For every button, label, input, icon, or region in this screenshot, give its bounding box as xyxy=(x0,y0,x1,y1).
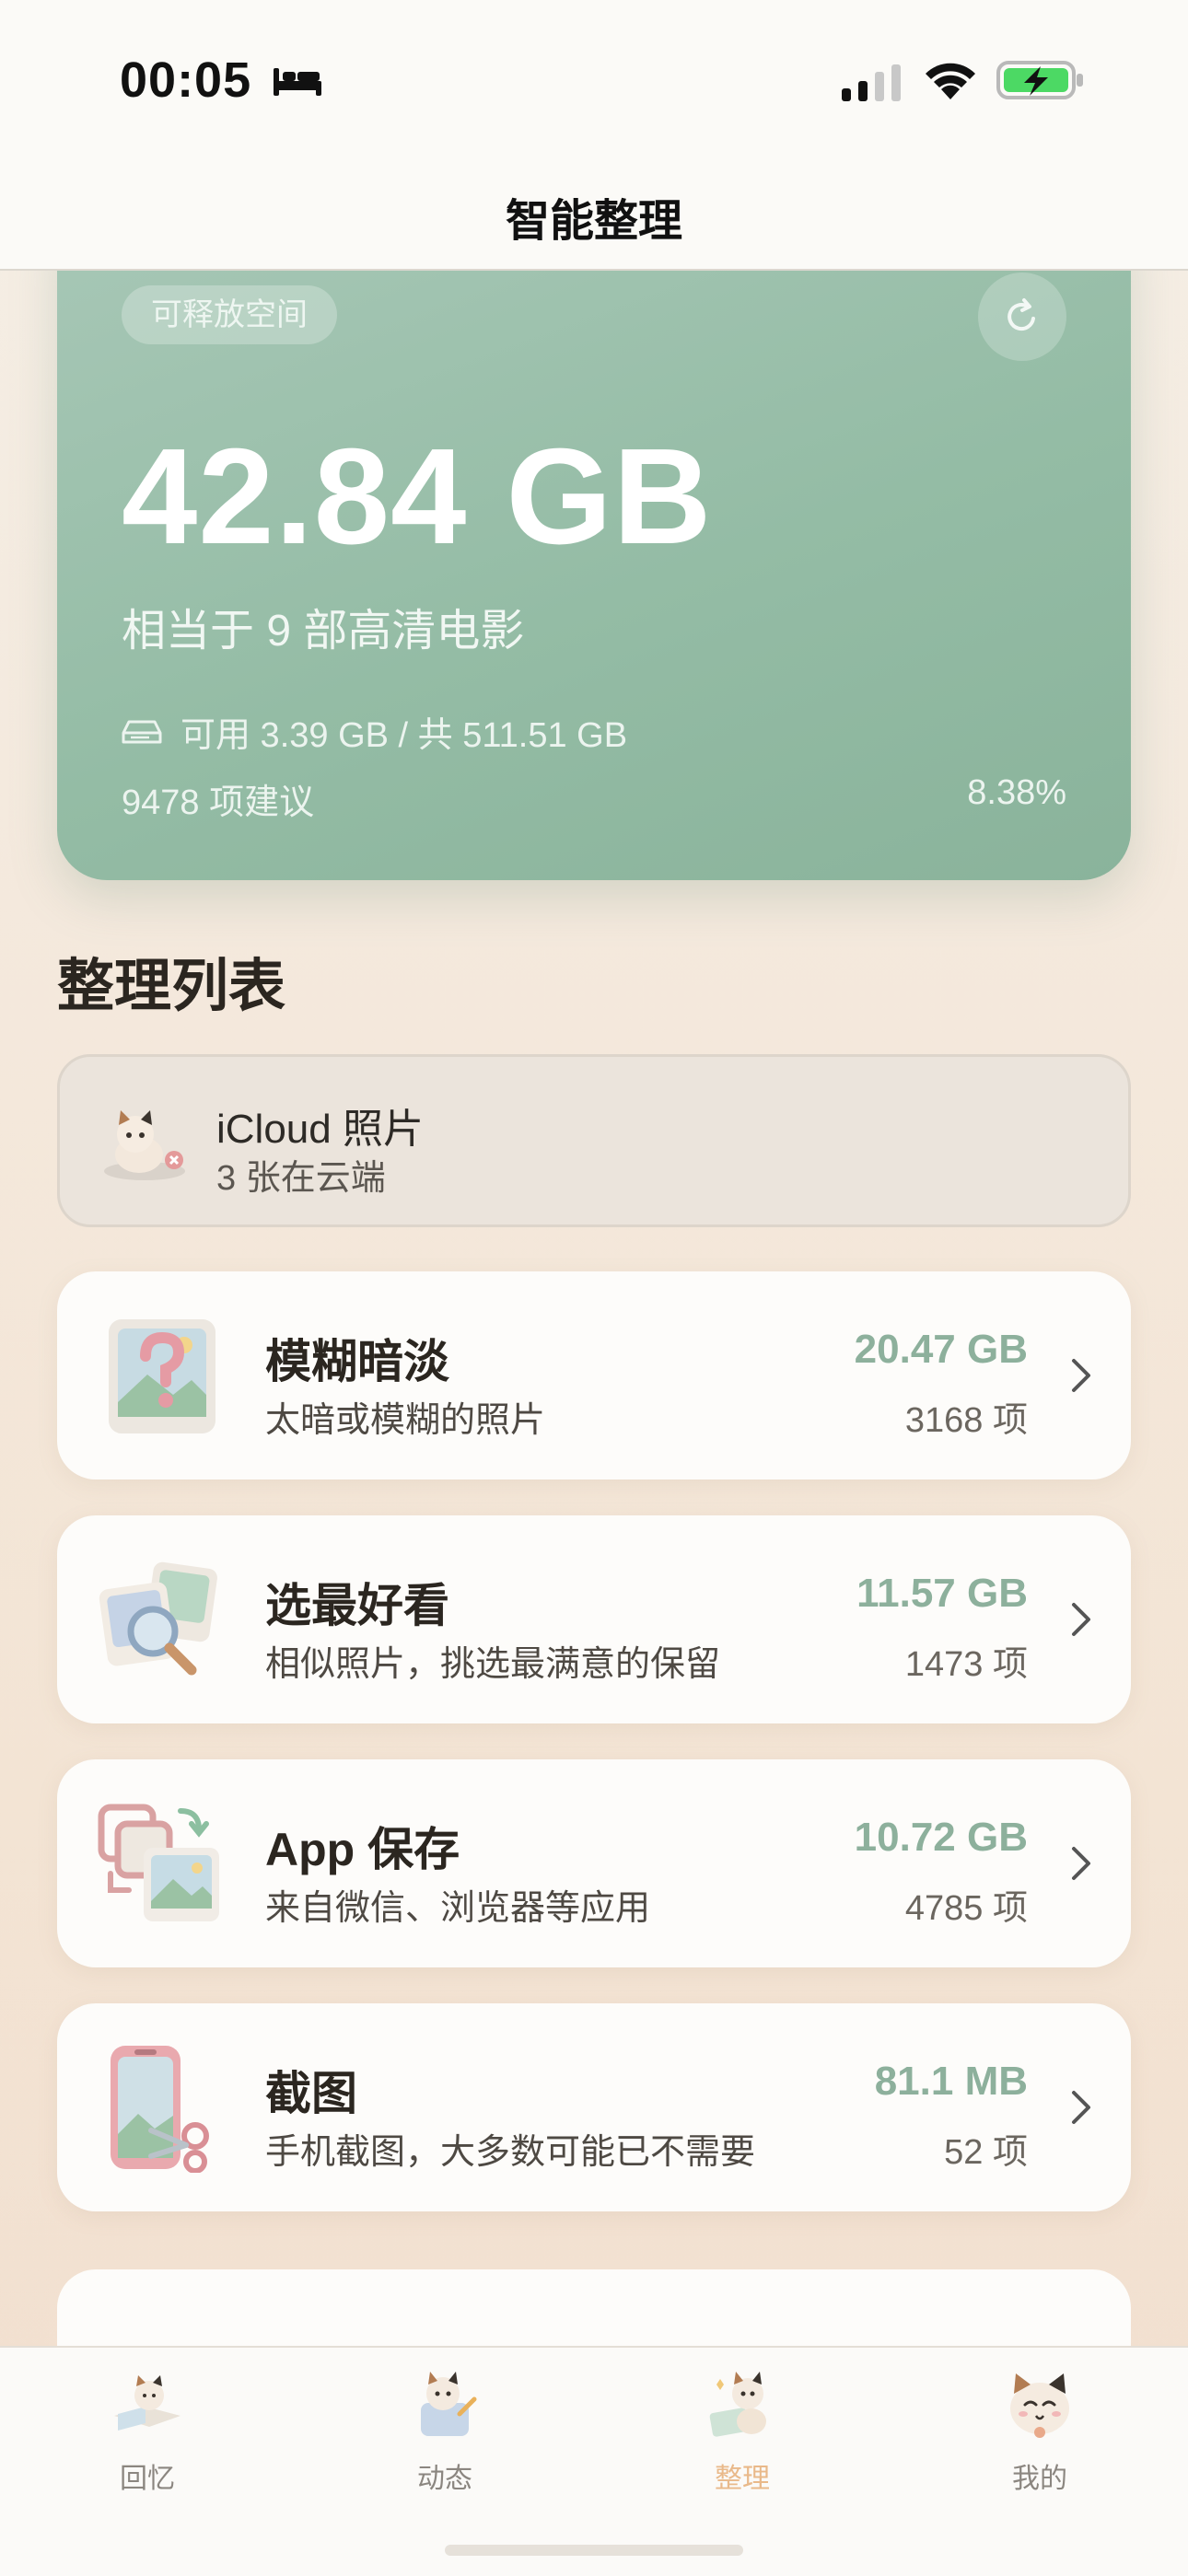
tab-label: 动态 xyxy=(417,2464,472,2494)
chevron-right-icon xyxy=(1072,1847,1090,1880)
nav-bar: 智能整理 xyxy=(0,157,1188,271)
feed-icon xyxy=(421,2372,477,2436)
chevron-right-icon xyxy=(1072,2091,1090,2124)
tab-feed[interactable]: 动态 xyxy=(353,2366,537,2496)
chevron-right-icon xyxy=(1072,1603,1090,1636)
profile-icon xyxy=(1010,2373,1069,2438)
card-title: 模糊暗淡 xyxy=(265,1336,449,1387)
card-title: App 保存 xyxy=(265,1824,460,1875)
storage-available-text: 可用 3.39 GB / 共 511.51 GB xyxy=(181,716,628,755)
wifi-icon xyxy=(926,63,975,99)
blurry-photo-icon xyxy=(109,1319,215,1433)
organize-icon xyxy=(709,2372,766,2437)
home-indicator[interactable] xyxy=(445,2545,743,2556)
tab-profile[interactable]: 我的 xyxy=(948,2366,1132,2496)
card-count: 1473 项 xyxy=(904,1645,1028,1684)
card-subtitle: 相似照片，挑选最满意的保留 xyxy=(265,1645,721,1684)
cellular-signal-icon xyxy=(842,64,901,101)
similar-photos-icon xyxy=(99,1561,217,1676)
cat-icloud-icon xyxy=(104,1110,185,1180)
storage-available: 可用 3.39 GB / 共 511.51 GB xyxy=(122,706,627,757)
tab-organize[interactable]: 整理 xyxy=(650,2366,834,2496)
icloud-photos-card[interactable]: iCloud 照片 3 张在云端 xyxy=(57,1054,1131,1227)
battery-charging-icon xyxy=(996,61,1083,99)
tab-label: 我的 xyxy=(1012,2464,1067,2494)
size-equivalent: 相当于 9 部高清电影 xyxy=(122,607,525,656)
releasable-space-badge: 可释放空间 xyxy=(122,285,337,344)
status-time: 00:05 xyxy=(120,52,252,108)
suggestion-count: 9478 项建议 xyxy=(122,783,315,822)
tab-label: 回忆 xyxy=(120,2464,175,2494)
memories-icon xyxy=(114,2375,181,2431)
card-count: 3168 项 xyxy=(904,1401,1028,1440)
card-size: 10.72 GB xyxy=(854,1815,1028,1860)
section-title: 整理列表 xyxy=(57,955,286,1018)
page-title: 智能整理 xyxy=(505,197,682,246)
refresh-button[interactable] xyxy=(978,273,1066,361)
storage-summary-card: 可释放空间 42.84 GB 相当于 9 部高清电影 可用 3.39 GB / … xyxy=(57,221,1131,880)
card-size: 20.47 GB xyxy=(854,1327,1028,1372)
card-count: 52 项 xyxy=(944,2133,1028,2172)
refresh-icon xyxy=(1007,298,1035,331)
app-saved-icon xyxy=(98,1804,219,1921)
disk-icon xyxy=(122,720,162,743)
card-subtitle: 来自微信、浏览器等应用 xyxy=(265,1889,651,1928)
category-card-similar[interactable]: 选最好看 相似照片，挑选最满意的保留 11.57 GB 1473 项 xyxy=(57,1515,1131,1723)
tab-memories[interactable]: 回忆 xyxy=(55,2366,239,2496)
card-subtitle: 太暗或模糊的照片 xyxy=(265,1401,546,1440)
card-title: 截图 xyxy=(265,2068,357,2119)
card-subtitle: 手机截图，大多数可能已不需要 xyxy=(265,2133,756,2172)
status-bar: 00:05 xyxy=(0,0,1188,157)
screenshot-icon xyxy=(111,2046,209,2173)
card-size: 81.1 MB xyxy=(874,2059,1028,2104)
card-title: 选最好看 xyxy=(265,1580,449,1631)
icloud-subtitle: 3 张在云端 xyxy=(216,1159,386,1198)
category-card-blurry[interactable]: 模糊暗淡 太暗或模糊的照片 20.47 GB 3168 项 xyxy=(57,1271,1131,1479)
tab-bar: 回忆 动态 整理 我的 xyxy=(0,2346,1188,2576)
sleep-focus-icon xyxy=(274,68,321,96)
releasable-size: 42.84 GB xyxy=(122,421,713,573)
chevron-right-icon xyxy=(1072,1359,1090,1392)
tab-label: 整理 xyxy=(715,2464,770,2494)
category-card-screenshot[interactable]: 截图 手机截图，大多数可能已不需要 81.1 MB 52 项 xyxy=(57,2003,1131,2211)
card-size: 11.57 GB xyxy=(856,1571,1028,1616)
card-count: 4785 项 xyxy=(904,1889,1028,1928)
icloud-title: iCloud 照片 xyxy=(216,1107,424,1152)
category-card-app-saved[interactable]: App 保存 来自微信、浏览器等应用 10.72 GB 4785 项 xyxy=(57,1759,1131,1967)
releasable-percent: 8.38% xyxy=(967,773,1066,812)
